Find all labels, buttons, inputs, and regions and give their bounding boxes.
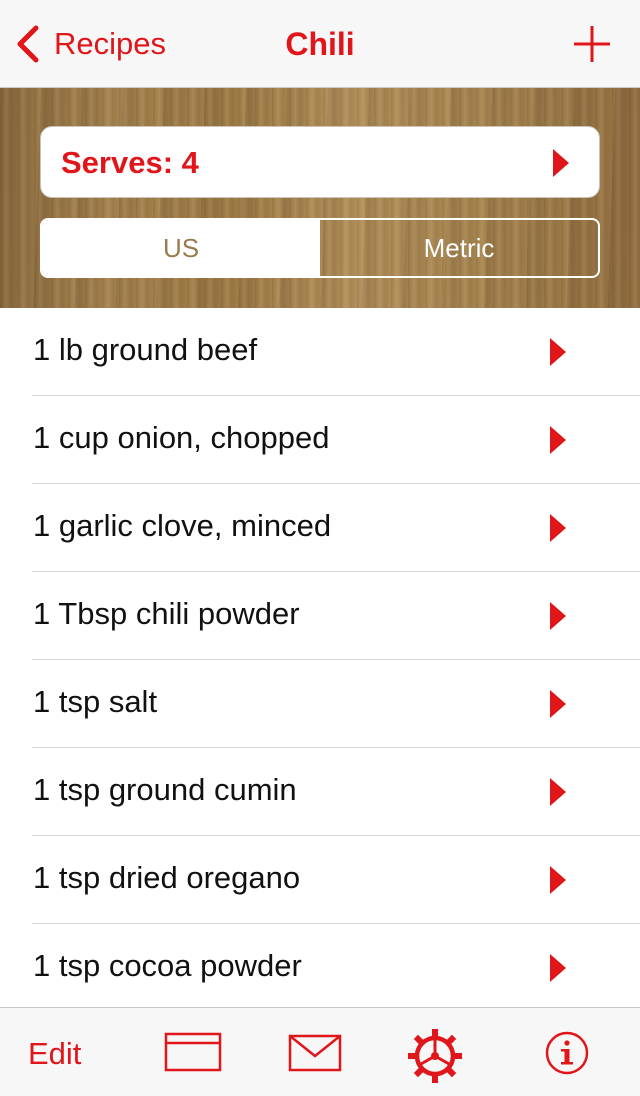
wood-header-panel: Serves: 4 US Metric [0, 88, 640, 308]
card-icon[interactable] [164, 1032, 222, 1072]
gear-icon[interactable] [407, 1028, 463, 1084]
mail-icon[interactable] [288, 1034, 342, 1072]
ingredient-list: 1 lb ground beef 1 cup onion, chopped 1 … [0, 308, 640, 1012]
disclosure-arrow-icon [550, 778, 566, 806]
disclosure-arrow-icon [550, 954, 566, 982]
ingredient-label: 1 lb ground beef [33, 332, 258, 367]
ingredient-label: 1 tsp salt [33, 684, 158, 719]
plus-icon[interactable] [572, 24, 612, 64]
list-item[interactable]: 1 tsp cocoa powder [0, 924, 640, 1012]
serves-button[interactable]: Serves: 4 [40, 126, 600, 198]
ingredient-label: 1 Tbsp chili powder [33, 596, 300, 631]
list-item[interactable]: 1 tsp ground cumin [0, 748, 640, 836]
back-button-label: Recipes [54, 26, 166, 61]
list-item[interactable]: 1 tsp salt [0, 660, 640, 748]
list-item[interactable]: 1 tsp dried oregano [0, 836, 640, 924]
disclosure-arrow-icon [550, 602, 566, 630]
ingredient-label: 1 tsp ground cumin [33, 772, 297, 807]
list-item[interactable]: 1 Tbsp chili powder [0, 572, 640, 660]
disclosure-arrow-icon [550, 866, 566, 894]
disclosure-arrow-icon [550, 426, 566, 454]
ingredient-label: 1 tsp cocoa powder [33, 948, 302, 983]
disclosure-arrow-icon [550, 514, 566, 542]
info-icon[interactable] [544, 1030, 590, 1076]
list-item[interactable]: 1 garlic clove, minced [0, 484, 640, 572]
serves-label: Serves: 4 [61, 145, 199, 180]
segment-metric[interactable]: Metric [320, 220, 598, 276]
chevron-left-icon [17, 25, 39, 63]
disclosure-arrow-icon [550, 338, 566, 366]
disclosure-arrow-icon [553, 149, 569, 177]
ingredient-label: 1 garlic clove, minced [33, 508, 332, 543]
back-button[interactable]: Recipes [14, 22, 166, 66]
bottom-toolbar: Edit [0, 1007, 640, 1096]
disclosure-arrow-icon [550, 690, 566, 718]
navigation-bar: Recipes Chili [0, 0, 640, 88]
segment-us[interactable]: US [42, 220, 320, 276]
ingredient-label: 1 cup onion, chopped [33, 420, 330, 455]
units-segmented-control: US Metric [40, 218, 600, 278]
list-item[interactable]: 1 cup onion, chopped [0, 396, 640, 484]
ingredient-label: 1 tsp dried oregano [33, 860, 301, 895]
list-item[interactable]: 1 lb ground beef [0, 308, 640, 396]
edit-button[interactable]: Edit [28, 1036, 81, 1072]
